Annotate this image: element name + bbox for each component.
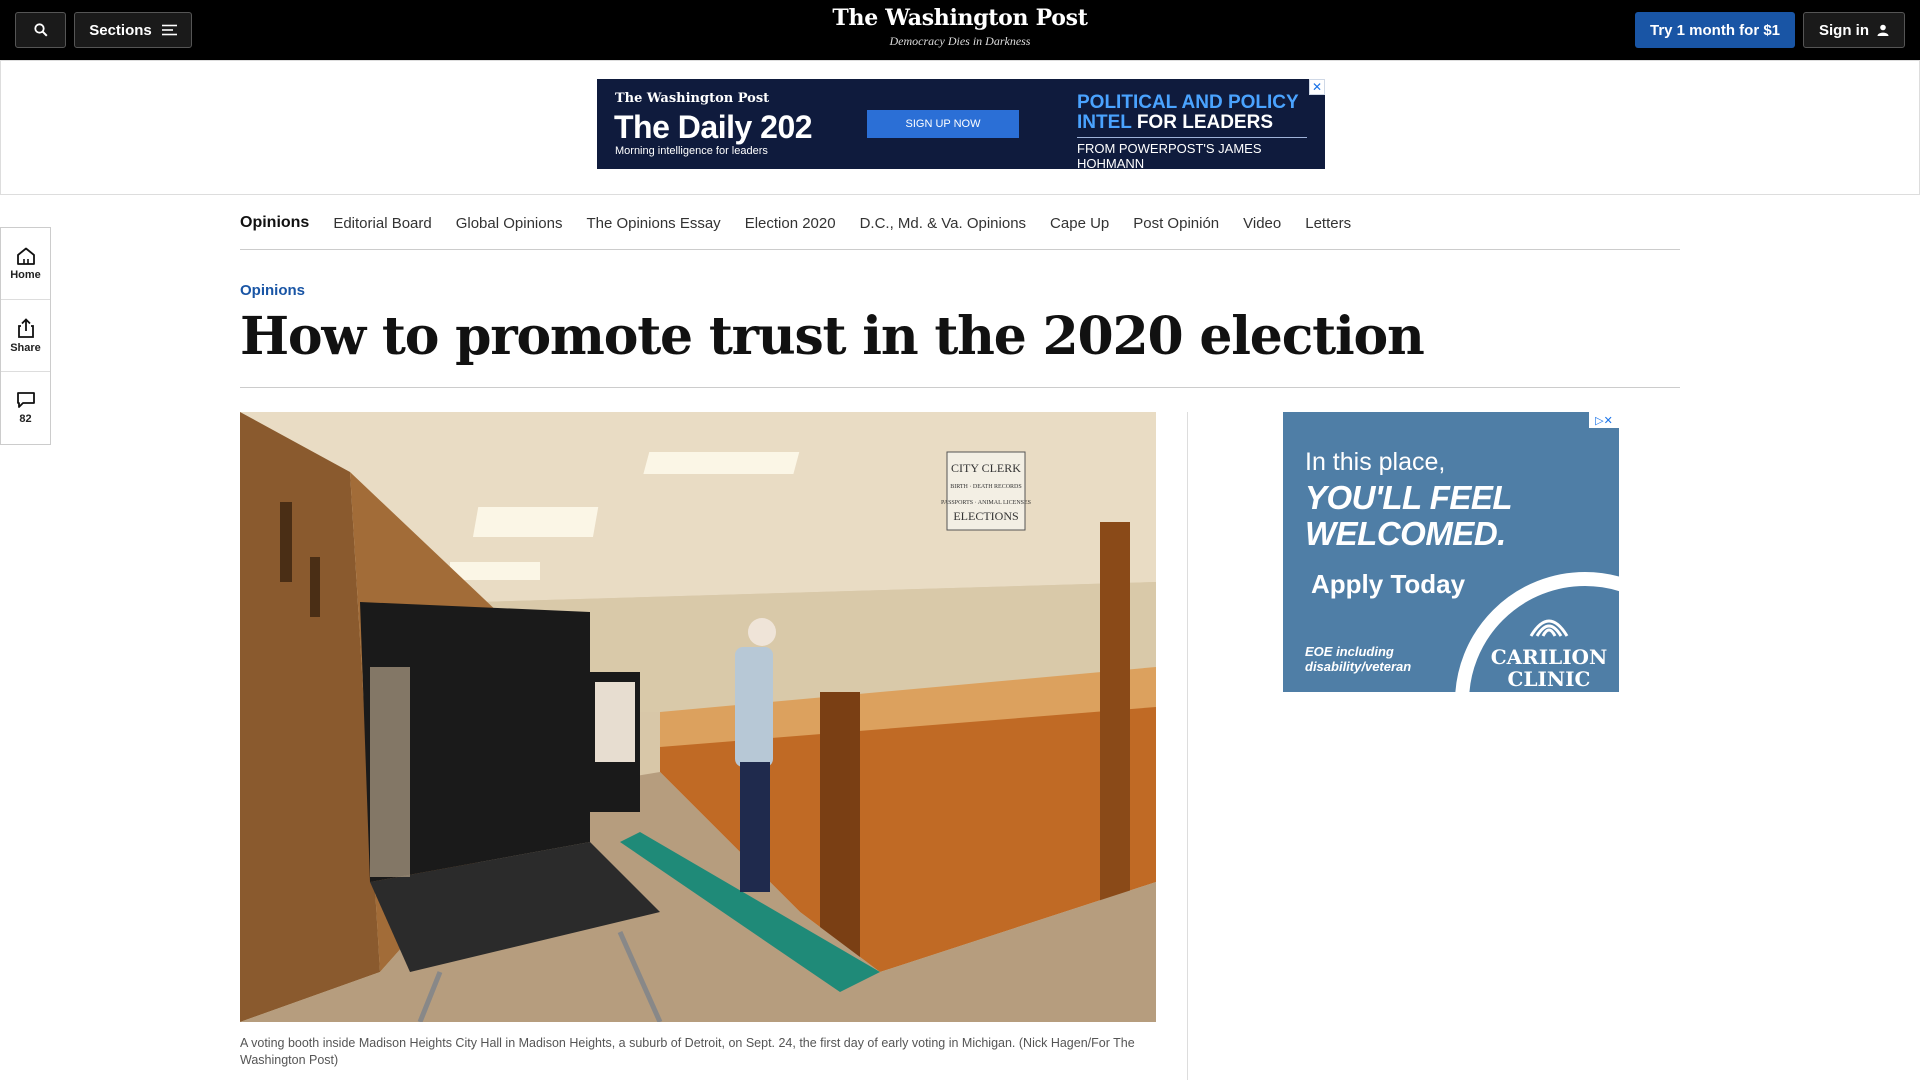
subscribe-button[interactable]: Try 1 month for $1 (1635, 12, 1795, 48)
column-divider (1187, 412, 1188, 1080)
home-label: Home (10, 268, 41, 281)
nav-item-opinions-essay[interactable]: The Opinions Essay (586, 215, 720, 232)
search-icon (33, 23, 48, 37)
ad-subtitle: Morning intelligence for leaders (615, 145, 768, 157)
section-nav: Opinions Editorial Board Global Opinions… (240, 197, 1680, 250)
ad-line-2b: WELCOMED. (1305, 515, 1506, 552)
ad-eoe-line-1: EOE including (1305, 644, 1394, 659)
ad-divider (1077, 137, 1307, 138)
menu-icon (161, 24, 177, 36)
ad-title: The Daily 202 (614, 109, 813, 145)
sign-in-label: Sign in (1819, 21, 1869, 39)
sections-label: Sections (89, 21, 152, 39)
photo-sign-line: PASSPORTS · ANIMAL LICENSES (941, 500, 1031, 506)
ad-line-1: In this place, (1305, 448, 1446, 476)
nav-item-election-2020[interactable]: Election 2020 (745, 215, 836, 232)
headline-divider (240, 387, 1680, 388)
site-logo: The Washington Post (832, 5, 1088, 31)
nav-item-letters[interactable]: Letters (1305, 215, 1351, 232)
masthead[interactable]: The Washington Post Democracy Dies in Da… (760, 5, 1160, 49)
ad-line-2: YOU'LL FEEL WELCOMED. (1305, 479, 1513, 552)
nav-item-post-opinion[interactable]: Post Opinión (1133, 215, 1219, 232)
comments-button[interactable]: 82 (1, 372, 50, 444)
photo-sign-line: BIRTH · DEATH RECORDS (950, 484, 1021, 490)
photo-sign-line: CITY CLERK (951, 461, 1021, 475)
share-icon (17, 317, 34, 338)
daily-202-ad[interactable]: The Washington Post The Daily 202 Mornin… (597, 79, 1325, 171)
search-button[interactable] (15, 12, 66, 48)
carilion-logo-text-b: CLINIC (1507, 667, 1591, 691)
ad-apply: Apply Today (1311, 569, 1466, 599)
adchoices-icon[interactable]: ▷✕ (1589, 412, 1619, 428)
top-bar: Sections The Washington Post Democracy D… (0, 0, 1920, 60)
carilion-logo-text-a: CARILION (1490, 645, 1608, 669)
voting-booth-photo: CITY CLERK BIRTH · DEATH RECORDS PASSPORTS… (240, 412, 1156, 1022)
carilion-clinic-ad[interactable]: In this place, YOU'LL FEEL WELCOMED. App… (1283, 412, 1619, 692)
nav-item-editorial-board[interactable]: Editorial Board (333, 215, 431, 232)
site-tagline: Democracy Dies in Darkness (889, 34, 1031, 48)
share-button[interactable]: Share (1, 300, 50, 372)
carilion-logo: CARILION CLINIC (1489, 612, 1609, 690)
sections-button[interactable]: Sections (74, 12, 192, 48)
nav-item-opinions[interactable]: Opinions (240, 214, 309, 232)
article-photo[interactable]: CITY CLERK BIRTH · DEATH RECORDS PASSPORTS… (240, 412, 1156, 1022)
comment-icon (16, 392, 35, 408)
share-label: Share (10, 341, 41, 354)
ad-signup-button[interactable]: SIGN UP NOW (867, 110, 1019, 138)
article-kicker[interactable]: Opinions (240, 282, 305, 299)
nav-item-global-opinions[interactable]: Global Opinions (456, 215, 563, 232)
ad-eoe-line-2: disability/veteran (1305, 659, 1412, 674)
article-headline: How to promote trust in the 2020 electio… (240, 306, 1425, 367)
nav-item-cape-up[interactable]: Cape Up (1050, 215, 1109, 232)
ad-brand: The Washington Post (615, 91, 770, 106)
home-icon (16, 247, 35, 265)
comment-count: 82 (19, 413, 32, 425)
carilion-shell-icon (1529, 619, 1569, 637)
ad-line-2a: YOU'LL FEEL (1305, 479, 1513, 516)
ad-headline-white: FOR LEADERS (1136, 112, 1274, 133)
ad-byline: FROM POWERPOST'S JAMES HOHMANN (1077, 141, 1262, 171)
ad-close-icon[interactable]: ✕ (1309, 79, 1325, 95)
nav-item-video[interactable]: Video (1243, 215, 1281, 232)
home-button[interactable]: Home (1, 228, 50, 300)
nav-item-dc-md-va[interactable]: D.C., Md. & Va. Opinions (860, 215, 1026, 232)
ad-headline: POLITICAL AND POLICY INTEL FOR LEADERS (1077, 93, 1312, 133)
sign-in-button[interactable]: Sign in (1803, 12, 1905, 48)
user-icon (1877, 24, 1889, 36)
ad-eoe: EOE including disability/veteran (1305, 644, 1411, 674)
left-rail: Home Share 82 (0, 227, 51, 445)
photo-sign-line: ELECTIONS (953, 509, 1018, 523)
ad-band: The Washington Post The Daily 202 Mornin… (0, 60, 1920, 195)
photo-caption: A voting booth inside Madison Heights Ci… (240, 1036, 1135, 1067)
